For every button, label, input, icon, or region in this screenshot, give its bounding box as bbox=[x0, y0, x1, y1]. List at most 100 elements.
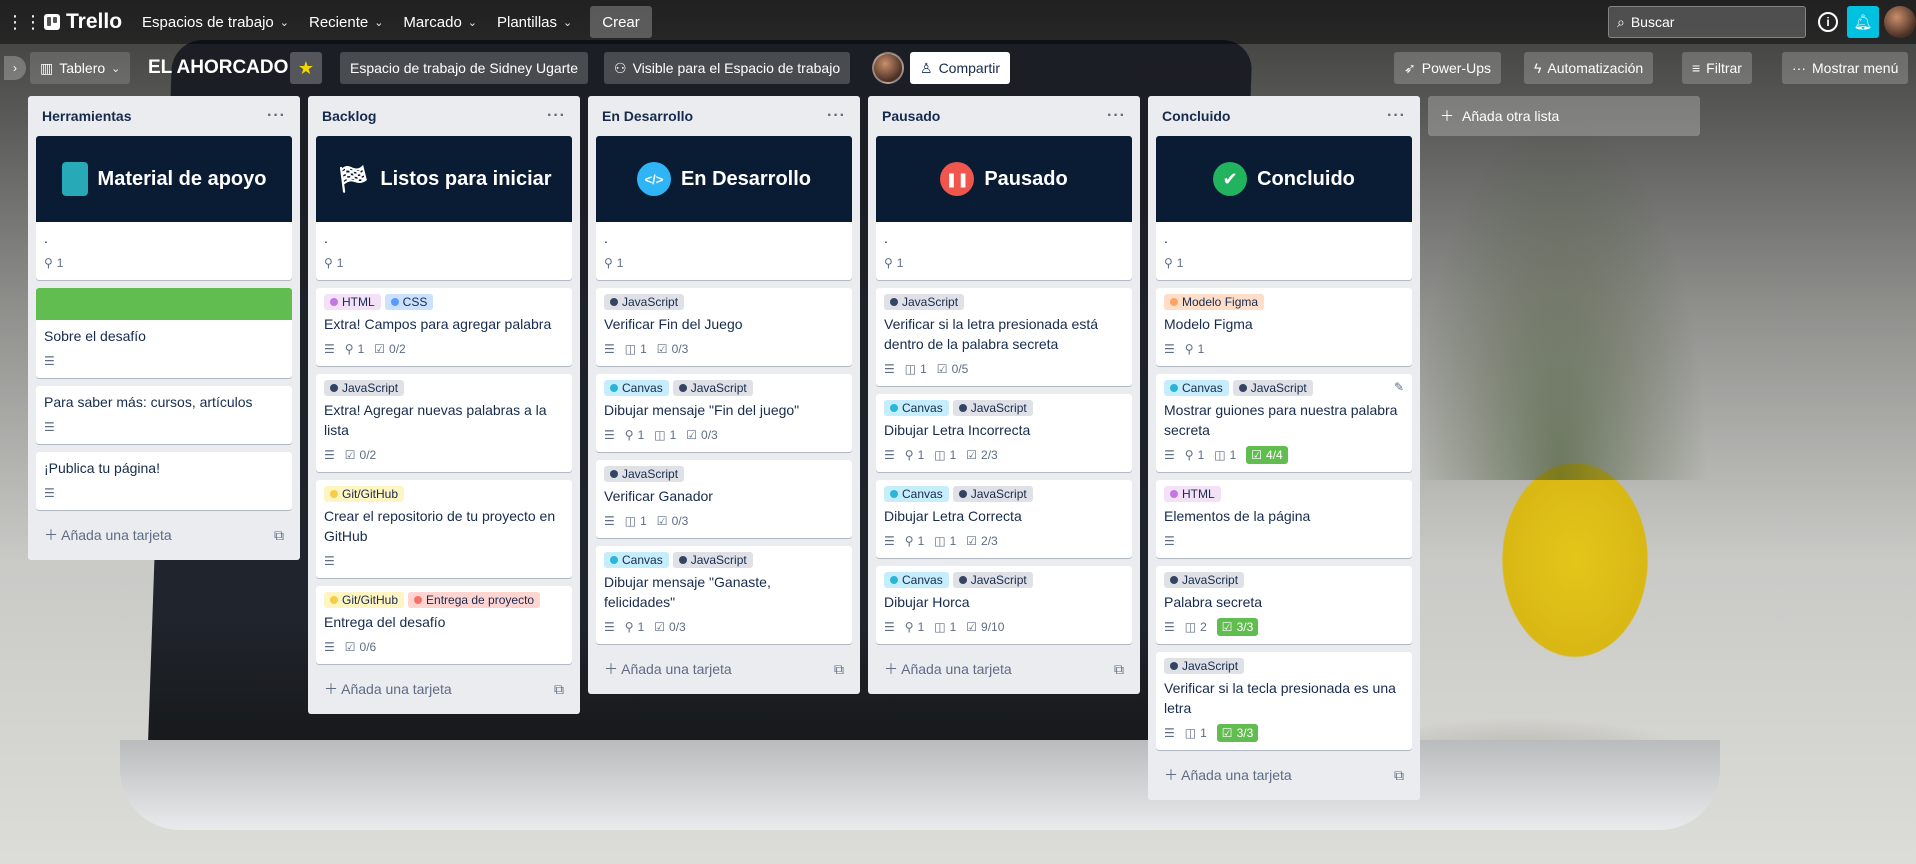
checklist-badge: ☑ 2/3 bbox=[966, 448, 997, 462]
list-title[interactable]: Pausado bbox=[882, 108, 940, 124]
search-input[interactable]: ⌕ Buscar bbox=[1608, 6, 1806, 38]
nav-recent[interactable]: Reciente ⌄ bbox=[299, 6, 393, 38]
card-cover: 🏁︎ Listos para iniciar bbox=[316, 136, 572, 222]
list-item[interactable]: JavaScript Verificar si la letra presion… bbox=[876, 288, 1132, 386]
template-icon[interactable]: ⧉ bbox=[1394, 767, 1404, 784]
add-card-button[interactable]: ＋ Añada una tarjeta ⧉ bbox=[316, 672, 572, 706]
label-text: Entrega de proyecto bbox=[426, 593, 535, 607]
template-icon[interactable]: ⧉ bbox=[554, 681, 564, 698]
cover-card[interactable]: </> En Desarrollo . ⚲ 1 bbox=[596, 136, 852, 280]
list-item[interactable]: HTML Elementos de la página ☰ bbox=[1156, 480, 1412, 558]
notifications-bell-icon[interactable]: 🔔︎ bbox=[1847, 6, 1879, 38]
card-title: Para saber más: cursos, artículos bbox=[44, 394, 253, 410]
nav-starred[interactable]: Marcado ⌄ bbox=[393, 6, 487, 38]
cover-card[interactable]: Material de apoyo . ⚲ 1 bbox=[36, 136, 292, 280]
label-javascript: JavaScript bbox=[672, 552, 753, 568]
list-item[interactable]: Sobre el desafío ☰ bbox=[36, 288, 292, 378]
list-item[interactable]: Canvas JavaScript Dibujar mensaje "Fin de… bbox=[596, 374, 852, 452]
list-item[interactable]: Canvas JavaScript Dibujar Letra Correcta … bbox=[876, 480, 1132, 558]
edit-pencil-icon[interactable]: ✎ bbox=[1394, 380, 1404, 394]
list-en-desarrollo: En Desarrollo ··· </> En Desarrollo . ⚲ 1 J… bbox=[588, 96, 860, 694]
label-text: Git/GitHub bbox=[342, 487, 399, 501]
template-icon[interactable]: ⧉ bbox=[834, 661, 844, 678]
board-icon: ◫ bbox=[934, 620, 946, 634]
list-item[interactable]: ✎ Canvas JavaScript Mostrar guiones para … bbox=[1156, 374, 1412, 472]
list-item[interactable]: Canvas JavaScript Dibujar Letra Incorrect… bbox=[876, 394, 1132, 472]
add-card-text: Añada una tarjeta bbox=[61, 527, 172, 543]
cover-card[interactable]: ✔ Concluido . ⚲ 1 bbox=[1156, 136, 1412, 280]
add-card-label: ＋ Añada una tarjeta bbox=[884, 661, 1012, 677]
create-button[interactable]: Crear bbox=[590, 6, 652, 38]
visibility-button[interactable]: ⚇ Visible para el Espacio de trabajo bbox=[604, 52, 851, 84]
add-card-button[interactable]: ＋ Añada una tarjeta ⧉ bbox=[596, 652, 852, 686]
list-item[interactable]: HTML CSS Extra! Campos para agregar palab… bbox=[316, 288, 572, 366]
show-menu-button[interactable]: ··· Mostrar menú bbox=[1782, 52, 1909, 84]
template-icon[interactable]: ⧉ bbox=[274, 527, 284, 544]
cover-card[interactable]: 🏁︎ Listos para iniciar . ⚲ 1 bbox=[316, 136, 572, 280]
list-title[interactable]: Herramientas bbox=[42, 108, 132, 124]
list-menu-icon[interactable]: ··· bbox=[1107, 107, 1126, 125]
add-card-button[interactable]: ＋ Añada una tarjeta ⧉ bbox=[1156, 758, 1412, 792]
list-item[interactable]: JavaScript Extra! Agregar nuevas palabra… bbox=[316, 374, 572, 472]
attachment-badge: ⚲ 1 bbox=[905, 448, 924, 462]
board-title[interactable]: EL AHORCADO bbox=[138, 52, 298, 84]
cover-card[interactable]: ❚❚ Pausado . ⚲ 1 bbox=[876, 136, 1132, 280]
list-item[interactable]: JavaScript Verificar si la tecla presion… bbox=[1156, 652, 1412, 750]
list-title[interactable]: En Desarrollo bbox=[602, 108, 693, 124]
app-switcher-icon[interactable]: ⋮⋮ bbox=[6, 6, 42, 38]
workspace-button[interactable]: Espacio de trabajo de Sidney Ugarte bbox=[340, 52, 589, 84]
checklist-badge: ☑ 9/10 bbox=[966, 620, 1004, 634]
trello-logo[interactable]: Trello bbox=[44, 10, 122, 34]
description-icon: ☰ bbox=[604, 428, 615, 442]
board-view-switcher[interactable]: ▥ Tablero ⌄ bbox=[30, 52, 131, 84]
attachment-count: 1 bbox=[637, 620, 645, 634]
label-text: JavaScript bbox=[622, 467, 679, 481]
label-text: Canvas bbox=[622, 381, 663, 395]
template-icon[interactable]: ⧉ bbox=[1114, 661, 1124, 678]
user-avatar[interactable] bbox=[1884, 6, 1916, 38]
list-item[interactable]: Canvas JavaScript Dibujar Horca ☰ ⚲ 1 ◫ 1 ☑ 9/1… bbox=[876, 566, 1132, 644]
add-list-button[interactable]: ＋ Añada otra lista bbox=[1428, 96, 1700, 136]
checklist-count: 4/4 bbox=[1266, 448, 1283, 462]
add-card-button[interactable]: ＋ Añada una tarjeta ⧉ bbox=[876, 652, 1132, 686]
list-menu-icon[interactable]: ··· bbox=[267, 107, 286, 125]
nav-templates[interactable]: Plantillas ⌄ bbox=[487, 6, 582, 38]
star-icon[interactable]: ★ bbox=[290, 52, 322, 84]
list-item[interactable]: JavaScript Verificar Ganador ☰ ◫ 1 ☑ 0/3 bbox=[596, 460, 852, 538]
share-button[interactable]: ♙ Compartir bbox=[910, 52, 1011, 84]
label-dot bbox=[610, 384, 618, 392]
list-item[interactable]: Canvas JavaScript Dibujar mensaje "Ganast… bbox=[596, 546, 852, 644]
list-menu-icon[interactable]: ··· bbox=[1387, 107, 1406, 125]
list-item[interactable]: JavaScript Palabra secreta ☰ ◫ 2 ☑ 3/3 bbox=[1156, 566, 1412, 644]
list-item[interactable]: Modelo Figma Modelo Figma ☰ ⚲ 1 bbox=[1156, 288, 1412, 366]
checklist-count: 0/3 bbox=[669, 620, 686, 634]
filter-button[interactable]: ≡ Filtrar bbox=[1682, 52, 1752, 84]
attachment-count: 1 bbox=[917, 448, 925, 462]
trello-card-badge: ◫ 1 bbox=[905, 362, 927, 376]
checklist-badge: ☑ 0/3 bbox=[654, 620, 685, 634]
checklist-badge: ☑ 0/3 bbox=[657, 514, 688, 528]
trello-card-badge: ◫ 1 bbox=[1214, 448, 1236, 462]
list-title[interactable]: Backlog bbox=[322, 108, 376, 124]
checklist-count: 0/3 bbox=[671, 342, 689, 356]
list-item[interactable]: Git/GitHub Entrega de proyecto Entrega de… bbox=[316, 586, 572, 664]
list-header: Pausado ··· bbox=[876, 96, 1132, 136]
badge-count: 1 bbox=[669, 428, 677, 442]
add-card-button[interactable]: ＋ Añada una tarjeta ⧉ bbox=[36, 518, 292, 552]
automation-button[interactable]: ϟ Automatización bbox=[1524, 52, 1654, 84]
info-icon[interactable]: i bbox=[1818, 12, 1838, 32]
nav-workspaces[interactable]: Espacios de trabajo ⌄ bbox=[132, 6, 299, 38]
list-item[interactable]: ¡Publica tu página! ☰ bbox=[36, 452, 292, 510]
list-item[interactable]: JavaScript Verificar Fin del Juego ☰ ◫ 1 ☑ 0… bbox=[596, 288, 852, 366]
label-dot bbox=[330, 298, 338, 306]
list-item[interactable]: Para saber más: cursos, artículos ☰ bbox=[36, 386, 292, 444]
sidebar-expand-icon[interactable]: › bbox=[4, 56, 26, 80]
member-avatar[interactable] bbox=[872, 52, 904, 84]
chevron-down-icon: ⌄ bbox=[374, 16, 384, 29]
nav-label: Espacios de trabajo bbox=[142, 13, 274, 31]
list-menu-icon[interactable]: ··· bbox=[827, 107, 846, 125]
list-title[interactable]: Concluido bbox=[1162, 108, 1230, 124]
list-item[interactable]: Git/GitHub Crear el repositorio de tu pr… bbox=[316, 480, 572, 578]
list-menu-icon[interactable]: ··· bbox=[547, 107, 566, 125]
powerups-button[interactable]: ➶ Power-Ups bbox=[1394, 52, 1501, 84]
